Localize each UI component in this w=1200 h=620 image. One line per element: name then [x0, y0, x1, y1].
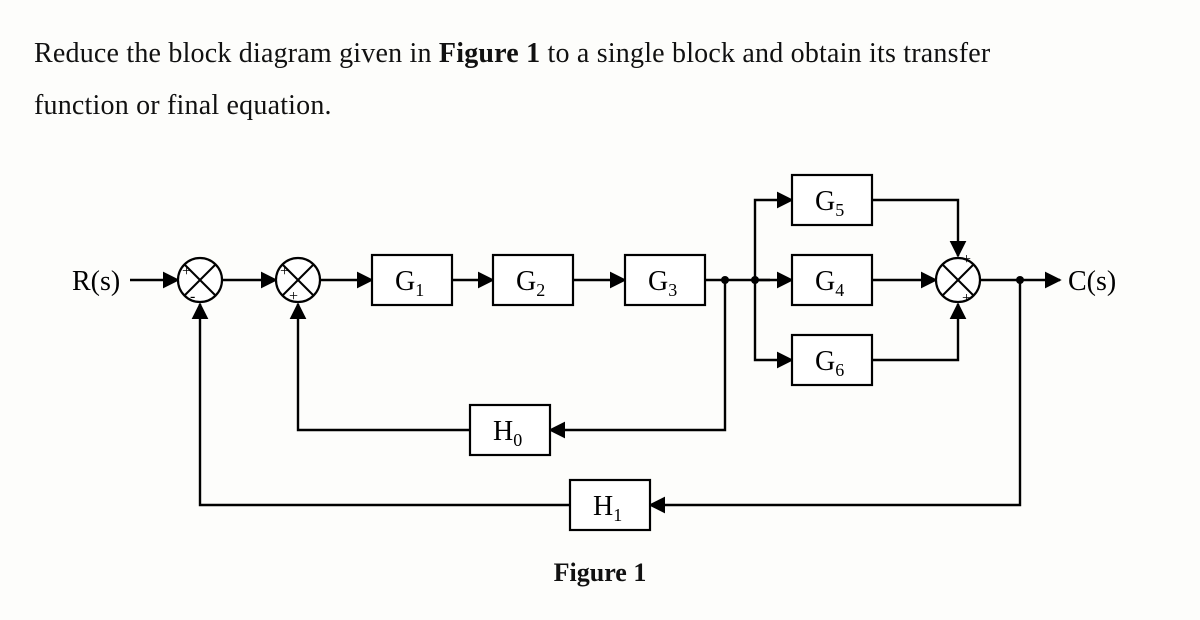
wire-g5-sum3 [872, 200, 958, 256]
input-label: R(s) [72, 266, 120, 297]
sum2-left-sign: + [280, 263, 289, 280]
block-g5: G5 [792, 175, 872, 225]
wire-h0-to-sum2 [298, 304, 470, 430]
summing-junction-2: + + [276, 258, 320, 305]
sum1-bottom-sign: - [190, 288, 195, 305]
block-g4: G4 [792, 255, 872, 305]
block-h1: H1 [570, 480, 650, 530]
block-g6: G6 [792, 335, 872, 385]
sum3-top-sign: + [962, 251, 971, 268]
block-h0: H0 [470, 405, 550, 455]
summing-junction-1: + - [178, 258, 222, 305]
wire-g6-sum3 [872, 304, 958, 360]
wire-to-h1 [650, 280, 1020, 505]
wire-to-g6 [755, 280, 792, 360]
wire-to-g5 [755, 200, 792, 280]
sum1-left-sign: + [182, 263, 191, 280]
output-label: C(s) [1068, 266, 1116, 297]
summing-junction-3: + + [936, 251, 980, 307]
block-g3: G3 [625, 255, 705, 305]
block-g1: G1 [372, 255, 452, 305]
sum3-bottom-sign: + [962, 290, 971, 307]
sum2-bottom-sign: + [289, 288, 298, 305]
block-diagram: R(s) + - + + G1 [0, 0, 1200, 620]
figure-caption: Figure 1 [0, 558, 1200, 588]
block-g2: G2 [493, 255, 573, 305]
